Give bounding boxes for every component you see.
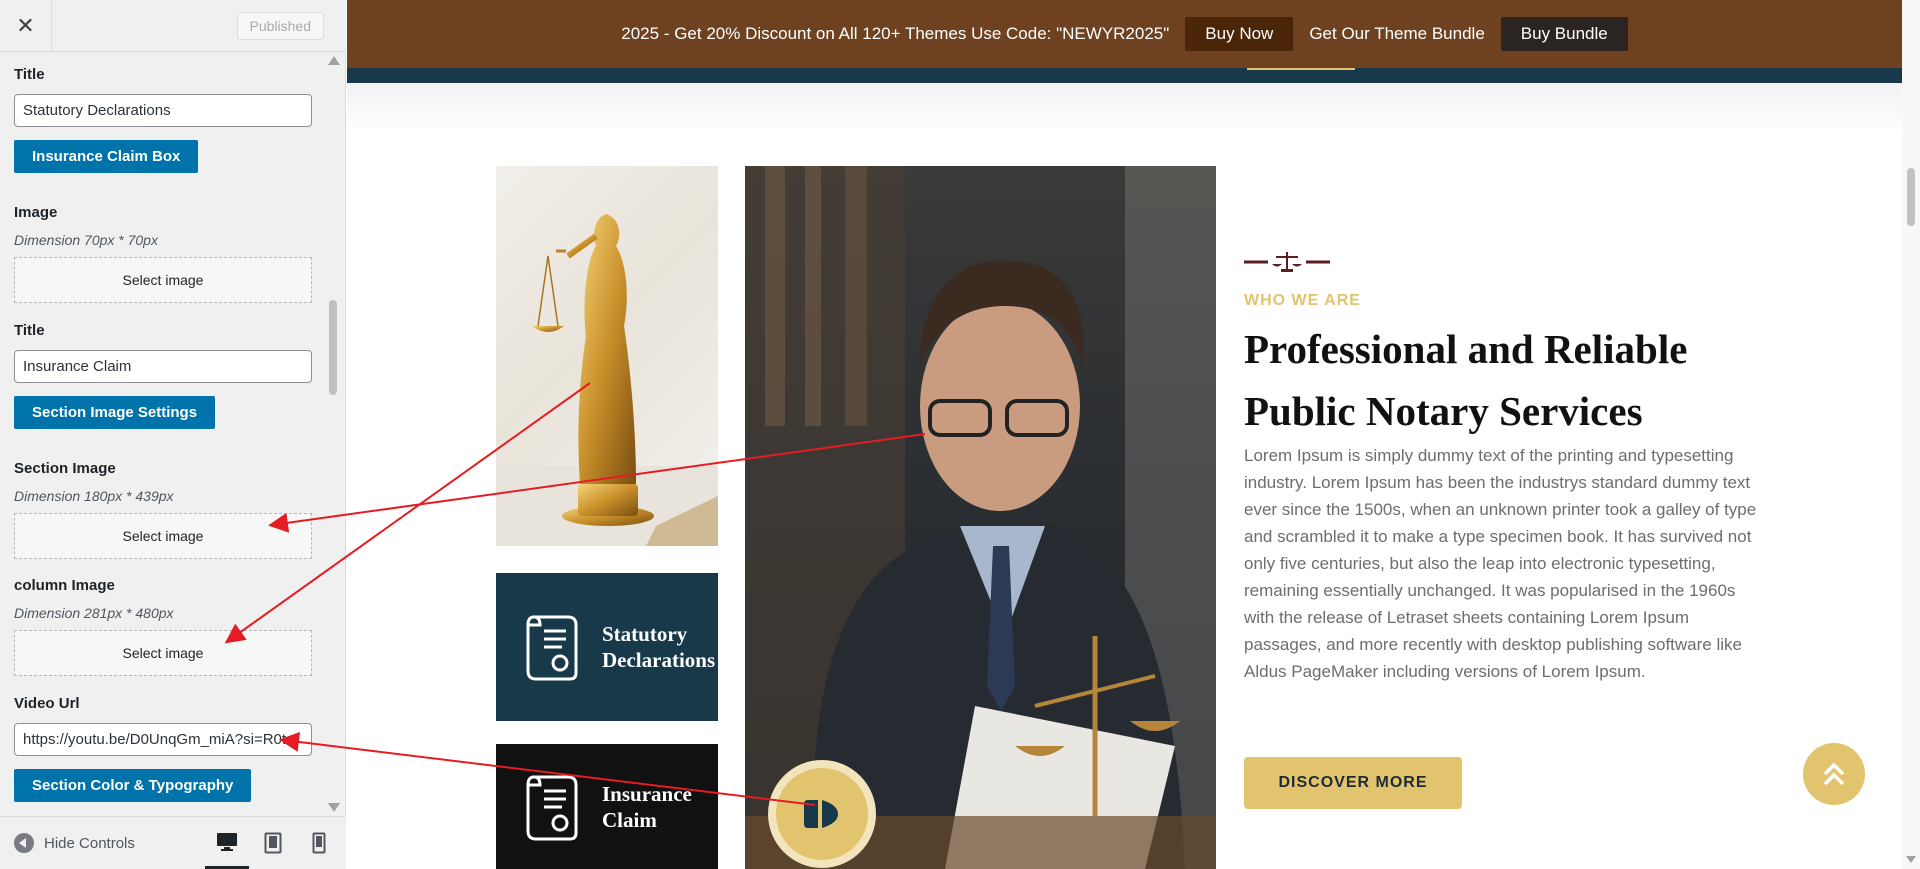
promo-bar: 2025 - Get 20% Discount on All 120+ Them… <box>347 0 1902 68</box>
hide-controls-button[interactable]: Hide Controls <box>14 833 135 853</box>
scrollbar-thumb[interactable] <box>329 300 337 395</box>
promo-text: 2025 - Get 20% Discount on All 120+ Them… <box>621 24 1170 43</box>
header-shadow <box>347 83 1902 133</box>
customizer-sidebar: ✕ Published Title Statutory Declarations… <box>0 0 346 869</box>
section-image-select-button[interactable]: Select image <box>14 513 312 559</box>
video-url-input[interactable]: https://youtu.be/D0UnqGm_miA?si=R0t <box>14 723 312 756</box>
lady-justice-image <box>496 166 718 546</box>
section-heading: Professional and Reliable Public Notary … <box>1244 326 1688 434</box>
buy-now-button[interactable]: Buy Now <box>1185 17 1294 51</box>
title-label: Title <box>14 66 45 83</box>
back-to-top-button[interactable] <box>1803 743 1865 805</box>
section-image-settings-button[interactable]: Section Image Settings <box>14 396 216 429</box>
certificate-scroll-icon <box>526 774 578 840</box>
video-url-label: Video Url <box>14 695 80 712</box>
sidebar-controls: Title Statutory Declarations Insurance C… <box>0 52 346 816</box>
site-preview: 2025 - Get 20% Discount on All 120+ Them… <box>347 0 1920 869</box>
play-icon <box>804 800 838 828</box>
preview-scroll-down-icon[interactable] <box>1906 856 1916 863</box>
nav-accent-line <box>1247 68 1355 70</box>
scroll-up-arrow-icon[interactable] <box>328 56 340 65</box>
sidebar-footer: Hide Controls <box>0 816 346 869</box>
select-image-button[interactable]: Select image <box>14 257 312 303</box>
statutory-title: Statutory Declarations <box>602 622 716 672</box>
preview-scrollbar[interactable] <box>1902 0 1920 869</box>
insurance-title: Insurance Claim <box>602 781 692 832</box>
image-label: Image <box>14 204 58 221</box>
hide-controls-label: Hide Controls <box>44 834 135 852</box>
sidebar-header: ✕ Published <box>0 0 346 52</box>
section-image-label: Section Image <box>14 460 116 477</box>
insurance-claim-box[interactable]: Insurance Claim <box>496 744 718 869</box>
buy-bundle-button[interactable]: Buy Bundle <box>1500 17 1628 51</box>
scroll-down-arrow-icon[interactable] <box>328 803 340 812</box>
column-image-label: column Image <box>14 577 115 594</box>
collapse-arrow-icon <box>14 833 34 853</box>
navbar-strip <box>347 68 1902 83</box>
published-button[interactable]: Published <box>236 12 324 40</box>
double-chevron-up-icon <box>1823 762 1845 786</box>
section-image-dimension: Dimension 180px * 439px <box>14 488 174 504</box>
title-input-statutory[interactable]: Statutory Declarations <box>14 94 312 127</box>
desktop-icon[interactable] <box>205 817 249 869</box>
section-color-typography-button[interactable]: Section Color & Typography <box>14 769 252 802</box>
section-eyebrow: WHO WE ARE <box>1244 292 1361 309</box>
title-label-2: Title <box>14 322 45 339</box>
close-icon[interactable]: ✕ <box>0 0 52 52</box>
mobile-icon[interactable] <box>297 817 341 869</box>
section-paragraph: Lorem Ipsum is simply dummy text of the … <box>1244 446 1757 681</box>
scale-divider-icon <box>1244 250 1330 279</box>
preview-scrollbar-thumb[interactable] <box>1907 168 1915 226</box>
video-play-button[interactable] <box>768 760 876 868</box>
tablet-icon[interactable] <box>251 817 295 869</box>
title-input-insurance[interactable]: Insurance Claim <box>14 350 312 383</box>
discover-more-button[interactable]: DISCOVER MORE <box>1244 757 1462 809</box>
insurance-claim-box-button[interactable]: Insurance Claim Box <box>14 140 199 173</box>
column-image-dimension: Dimension 281px * 480px <box>14 605 174 621</box>
bundle-text: Get Our Theme Bundle <box>1309 24 1485 43</box>
sidebar-scrollbar[interactable] <box>326 52 340 816</box>
statutory-declarations-box[interactable]: Statutory Declarations <box>496 573 718 721</box>
image-dimension: Dimension 70px * 70px <box>14 232 158 248</box>
column-image-select-button[interactable]: Select image <box>14 630 312 676</box>
certificate-scroll-icon <box>526 615 578 681</box>
